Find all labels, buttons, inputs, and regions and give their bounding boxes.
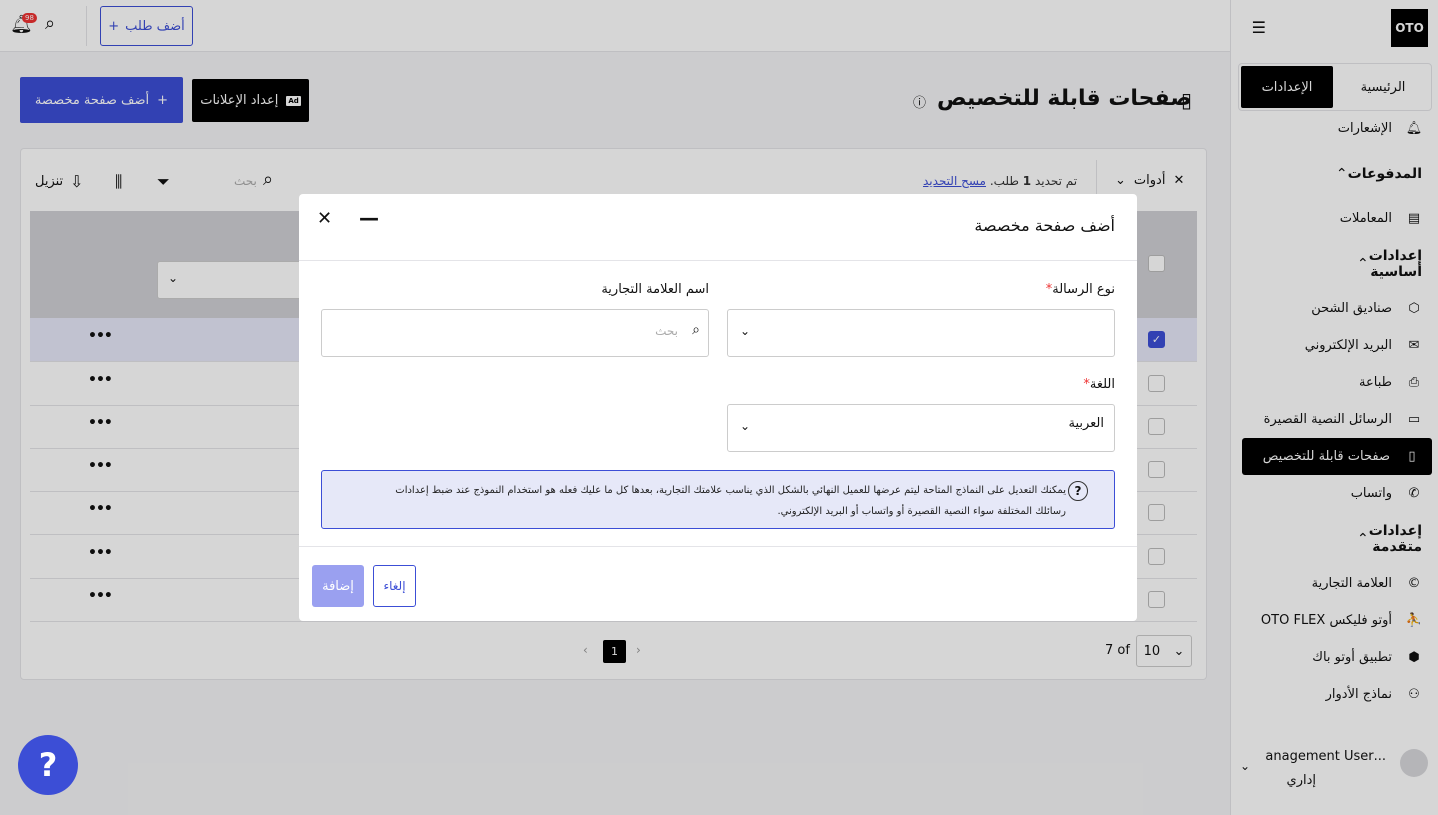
brand-search-placeholder: بحث bbox=[655, 324, 678, 338]
brand-name-search[interactable]: ⌕ بحث bbox=[321, 309, 709, 357]
chevron-down-icon: ⌄ bbox=[740, 324, 751, 338]
brand-name-label: اسم العلامة التجارية bbox=[601, 282, 709, 297]
message-type-label-text: نوع الرسالة bbox=[1052, 282, 1115, 297]
question-icon: ? bbox=[1068, 481, 1088, 501]
close-icon[interactable]: ✕ bbox=[317, 208, 332, 229]
language-value: العربية bbox=[1068, 416, 1104, 431]
divider bbox=[299, 546, 1137, 547]
search-icon: ⌕ bbox=[692, 322, 700, 338]
language-label-text: اللغة bbox=[1089, 377, 1115, 392]
minimize-icon[interactable]: — bbox=[359, 206, 379, 230]
language-select[interactable]: العربية ⌄ bbox=[727, 404, 1115, 452]
hint-text: يمكنك التعديل على النماذج المتاحة ليتم ع… bbox=[395, 485, 1066, 517]
add-custom-page-dialog: أضف صفحة مخصصة — ✕ نوع الرسالة* ⌄ اسم ال… bbox=[299, 194, 1137, 621]
info-hint-box: ? يمكنك التعديل على النماذج المتاحة ليتم… bbox=[321, 470, 1115, 529]
dialog-title: أضف صفحة مخصصة bbox=[974, 216, 1115, 235]
language-label: اللغة* bbox=[1083, 377, 1115, 392]
help-button[interactable]: ? bbox=[18, 735, 78, 795]
cancel-button[interactable]: إلغاء bbox=[373, 565, 416, 607]
chevron-down-icon: ⌄ bbox=[740, 419, 751, 433]
divider bbox=[299, 260, 1137, 261]
message-type-select[interactable]: ⌄ bbox=[727, 309, 1115, 357]
submit-button[interactable]: إضافة bbox=[312, 565, 364, 607]
message-type-label: نوع الرسالة* bbox=[1046, 282, 1115, 297]
